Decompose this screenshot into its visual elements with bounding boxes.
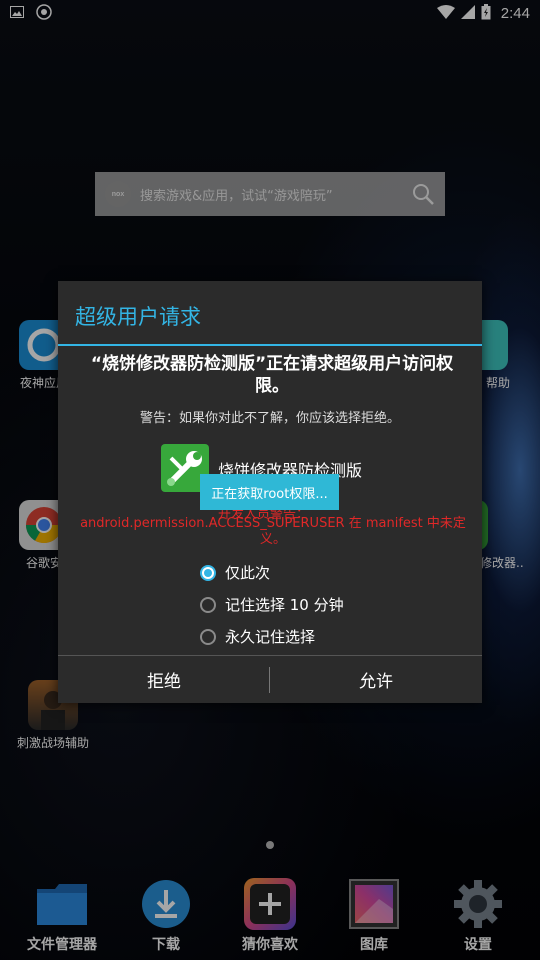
dialog-title: 超级用户请求 [75, 305, 201, 329]
option-label: 永久记住选择 [225, 628, 316, 646]
allow-button[interactable]: 允许 [270, 656, 482, 703]
deny-button[interactable]: 拒绝 [58, 656, 270, 703]
option-label: 仅此次 [225, 564, 271, 582]
radio-checked-icon[interactable] [200, 564, 216, 581]
radio-unchecked-icon[interactable] [200, 628, 216, 645]
dialog-message: “烧饼修改器防检测版”正在请求超级用户访问权限。 [90, 354, 454, 396]
dialog-warning: 警告：如果你对此不了解，你应该选择拒绝。 [139, 411, 400, 426]
toast-message: 正在获取root权限... [200, 474, 339, 510]
dialog-title-divider [58, 344, 482, 346]
option-remember-forever[interactable]: 永久记住选择 [200, 626, 315, 647]
radio-unchecked-icon[interactable] [200, 596, 216, 613]
option-label: 记住选择 10 分钟 [225, 596, 344, 614]
option-remember-10-min[interactable]: 记住选择 10 分钟 [200, 594, 344, 615]
option-once[interactable]: 仅此次 [200, 562, 270, 583]
manifest-error-text: android.permission.ACCESS_SUPERUSER 在 ma… [80, 516, 466, 547]
